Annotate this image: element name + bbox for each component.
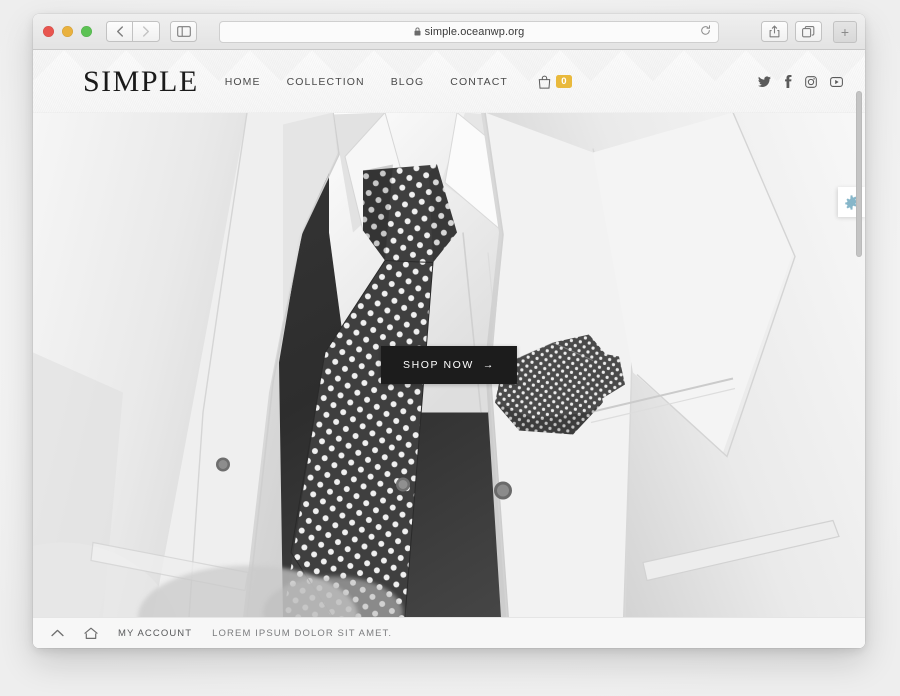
back-button[interactable] bbox=[106, 21, 133, 42]
toolbar-right-group: + bbox=[761, 20, 857, 43]
social-links bbox=[758, 75, 843, 88]
new-tab-button[interactable]: + bbox=[833, 20, 857, 43]
chevron-right-icon bbox=[143, 26, 149, 37]
nav-item-home[interactable]: HOME bbox=[225, 76, 261, 88]
page-viewport: SIMPLE HOME COLLECTION BLOG CONTACT 0 SH… bbox=[33, 50, 865, 648]
cart-widget[interactable]: 0 bbox=[538, 74, 572, 89]
page-scrollbar-thumb[interactable] bbox=[855, 91, 862, 257]
site-logo[interactable]: SIMPLE bbox=[83, 66, 199, 97]
chevron-left-icon bbox=[116, 26, 123, 37]
url-text: simple.oceanwp.org bbox=[424, 25, 525, 38]
minimize-window-button[interactable] bbox=[62, 26, 73, 37]
arrow-right-icon: → bbox=[482, 359, 496, 371]
close-window-button[interactable] bbox=[43, 26, 54, 37]
navigation-buttons bbox=[106, 21, 161, 42]
url-display: simple.oceanwp.org bbox=[414, 26, 525, 38]
page-scrollbar-track[interactable] bbox=[854, 87, 863, 644]
address-bar[interactable]: simple.oceanwp.org bbox=[219, 20, 719, 43]
reload-button[interactable] bbox=[700, 23, 711, 41]
sidebar-toggle-icon bbox=[176, 26, 191, 37]
site-bottom-bar: MY ACCOUNT LOREM IPSUM DOLOR SIT AMET. bbox=[33, 617, 865, 648]
site-header: SIMPLE HOME COLLECTION BLOG CONTACT 0 bbox=[33, 50, 865, 113]
maximize-window-button[interactable] bbox=[81, 26, 92, 37]
nav-item-blog[interactable]: BLOG bbox=[391, 76, 425, 88]
hero-banner: SHOP NOW → bbox=[33, 113, 865, 617]
shop-now-button[interactable]: SHOP NOW → bbox=[380, 346, 518, 384]
shop-now-label: SHOP NOW bbox=[402, 359, 474, 371]
lock-icon bbox=[414, 27, 421, 36]
nav-item-collection[interactable]: COLLECTION bbox=[287, 76, 365, 88]
main-navigation: HOME COLLECTION BLOG CONTACT 0 bbox=[225, 74, 572, 89]
browser-toolbar: simple.oceanwp.org + bbox=[33, 14, 865, 50]
bottom-bar-tagline: LOREM IPSUM DOLOR SIT AMET. bbox=[212, 627, 393, 639]
my-account-link[interactable]: MY ACCOUNT bbox=[118, 628, 192, 639]
facebook-icon[interactable] bbox=[784, 75, 792, 88]
instagram-icon[interactable] bbox=[805, 75, 817, 88]
forward-button[interactable] bbox=[133, 21, 160, 42]
sidebar-toggle-button[interactable] bbox=[170, 21, 197, 42]
window-controls bbox=[43, 26, 92, 37]
new-tab-label: + bbox=[840, 23, 850, 40]
show-all-tabs-button[interactable] bbox=[795, 21, 822, 42]
youtube-icon[interactable] bbox=[830, 76, 843, 88]
share-button[interactable] bbox=[761, 21, 788, 42]
home-icon[interactable] bbox=[84, 627, 98, 640]
twitter-icon[interactable] bbox=[758, 75, 771, 88]
shopping-bag-icon bbox=[538, 75, 551, 89]
browser-window: simple.oceanwp.org + SIMPLE HOME COLLECT… bbox=[33, 14, 865, 648]
chevron-up-icon[interactable] bbox=[51, 629, 64, 637]
share-icon bbox=[769, 25, 780, 38]
nav-item-contact[interactable]: CONTACT bbox=[450, 76, 508, 88]
show-all-tabs-icon bbox=[802, 25, 815, 37]
cart-count-badge: 0 bbox=[555, 74, 572, 89]
